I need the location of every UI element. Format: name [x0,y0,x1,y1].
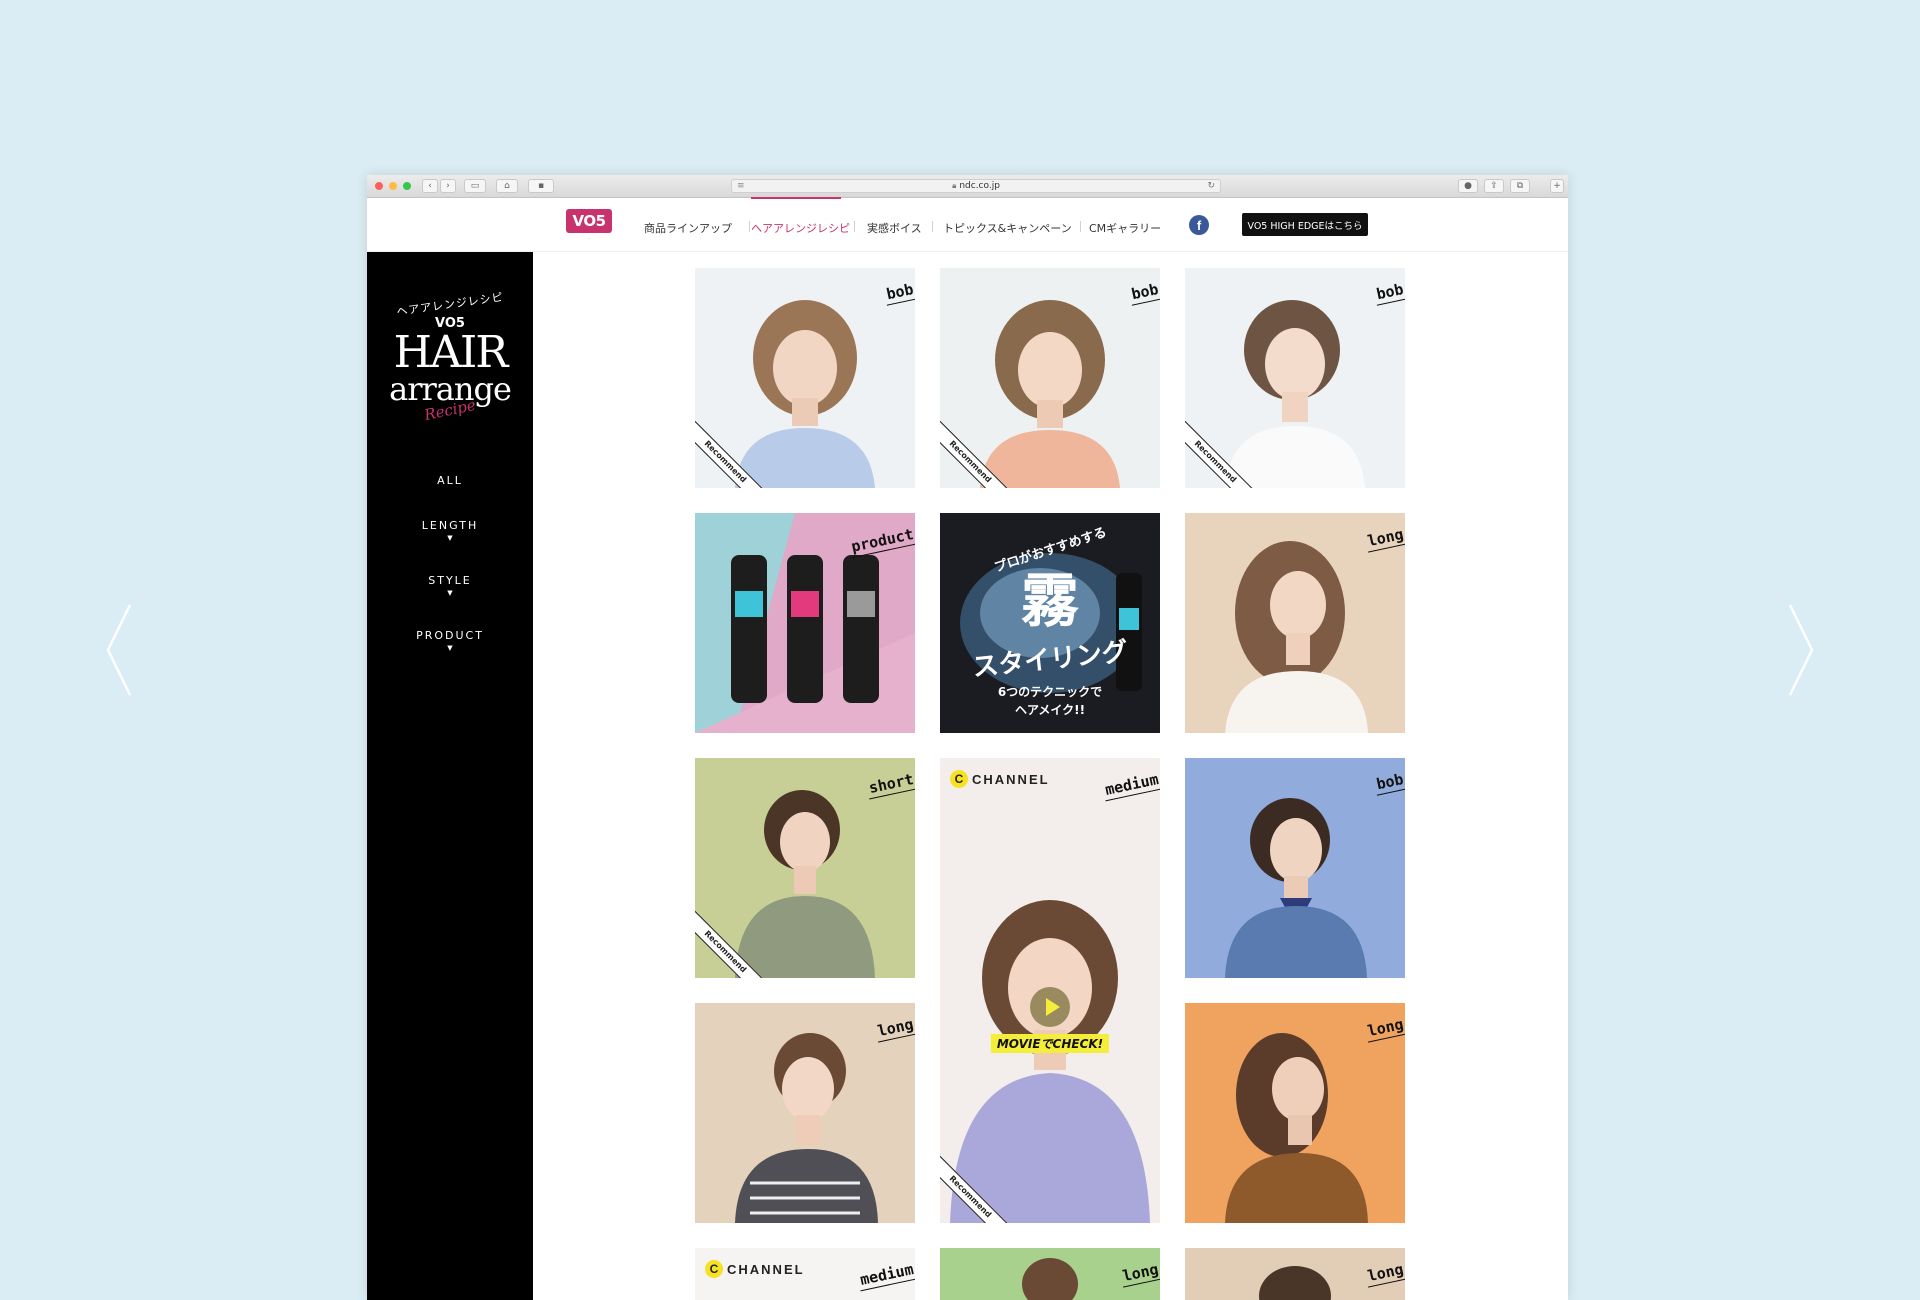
vo5-logo[interactable]: VO5 [566,209,612,233]
tabs-button[interactable]: ⧉ [1510,179,1530,193]
feature-big-text: 霧 [1020,567,1079,635]
grid-icon: ▪ [537,181,545,191]
feature-line4: ヘアメイク!! [1014,703,1086,717]
home-button[interactable]: ⌂ [496,179,518,193]
sidebar-item-product[interactable]: PRODUCT ▼ [367,629,533,652]
forward-button[interactable]: › [440,179,456,193]
feature-line3: 6つのテクニックで [997,685,1103,699]
length-tag: bob [885,278,915,303]
new-tab-button[interactable]: + [1550,179,1564,193]
length-tag: bob [1130,278,1160,303]
url-text: ndc.co.jp [959,181,1000,191]
reload-icon[interactable]: ↻ [1207,180,1215,192]
nav-item-hair-arrange-recipe[interactable]: ヘアアレンジレシピ [751,220,850,236]
model-photo [1225,798,1367,978]
caret-down-icon: ▼ [447,534,453,542]
high-edge-button[interactable]: VO5 HIGH EDGEはこちら [1242,213,1368,236]
sidebar-item-all[interactable]: ALL [367,474,533,487]
recipe-tile[interactable]: long [1185,1003,1405,1223]
length-tag: long [1121,1258,1160,1285]
zoom-window-button[interactable] [403,182,411,190]
recipe-tile[interactable]: long [1185,513,1405,733]
sidebar-toggle-button[interactable]: ▭ [464,179,486,193]
caret-down-icon: ▼ [447,644,453,652]
window-controls [375,182,411,190]
plus-icon: + [1553,181,1561,191]
facebook-icon[interactable]: f [1189,215,1209,235]
recipe-tile[interactable]: bob Recommend [695,268,915,488]
model-photo [980,300,1120,488]
recipe-tile[interactable]: long [940,1248,1160,1300]
caret-down-icon: ▼ [447,589,453,597]
recipe-tile[interactable]: bob Recommend [940,268,1160,488]
recipe-tile[interactable]: long [1185,1248,1405,1300]
recipe-tile[interactable]: bob [1185,758,1405,978]
nav-item-topics-campaign[interactable]: トピックス&キャンペーン [943,220,1072,236]
length-tag: long [1366,1258,1405,1285]
model-photo [1225,1033,1368,1223]
nav-item-product-lineup[interactable]: 商品ラインアップ [644,220,732,236]
nav-item-voices[interactable]: 実感ボイス [867,220,922,236]
nav-divider [749,221,750,232]
model-photo [1225,300,1365,488]
sidebar-item-style[interactable]: STYLE ▼ [367,574,533,597]
sidebar: ヘアアレンジレシピ VO5 HAIR arrange Recipe ALL LE… [367,252,533,1300]
length-tag: short [867,768,915,797]
chevron-left-icon: ‹ [428,181,432,191]
back-button[interactable]: ‹ [422,179,438,193]
nav-item-cm-gallery[interactable]: CMギャラリー [1089,220,1161,236]
movie-check-label: MOVIEでCHECK! [990,1034,1110,1053]
next-arrow-icon[interactable] [1780,600,1820,700]
nav-divider [932,221,933,232]
sidebar-icon: ▭ [470,181,480,191]
video-tile[interactable]: C CHANNEL medium MOVIEでCHECK! Recommend [940,758,1160,1223]
logo-underline: ― [587,236,591,240]
browser-toolbar: ‹ › ▭ ⌂ ▪ ≡ 🔒︎ ndc.co.jp ↻ ● ⇪ ⧉ + [367,175,1568,198]
previous-arrow-icon[interactable] [100,600,140,700]
model-photo [1259,1266,1331,1300]
recipe-tile[interactable]: short Recommend [695,758,915,978]
home-icon: ⌂ [504,181,510,191]
c-channel-logo: C CHANNEL [705,1260,805,1278]
model-photo [735,1033,878,1223]
product-tile[interactable]: product [695,513,915,733]
chevron-right-icon: › [446,181,450,191]
model-photo [735,300,875,488]
tabs-icon: ⧉ [1516,181,1524,191]
close-window-button[interactable] [375,182,383,190]
model-photo [1022,1258,1078,1300]
share-icon: ⇪ [1490,181,1498,191]
nav-divider [1080,221,1081,232]
address-bar[interactable]: ≡ 🔒︎ ndc.co.jp ↻ [731,179,1221,193]
video-tile[interactable]: C CHANNEL medium [695,1248,915,1300]
brand-hair: HAIR [393,327,509,378]
model-photo [1225,541,1368,733]
length-tag: long [1366,1013,1405,1040]
play-icon[interactable] [1030,987,1070,1027]
downloads-button[interactable]: ● [1458,179,1478,193]
sidebar-item-length[interactable]: LENGTH ▼ [367,519,533,542]
length-tag: long [1366,523,1405,550]
share-button[interactable]: ⇪ [1484,179,1504,193]
lock-icon: 🔒︎ [952,181,957,190]
site-header: VO5 ― 商品ラインアップ ヘアアレンジレシピ 実感ボイス トピックス&キャン… [367,199,1568,252]
recipe-tile[interactable]: bob Recommend [1185,268,1405,488]
browser-window: ‹ › ▭ ⌂ ▪ ≡ 🔒︎ ndc.co.jp ↻ ● ⇪ ⧉ + VO5 ― … [367,175,1568,1300]
nav-divider [854,221,855,232]
minimize-window-button[interactable] [389,182,397,190]
recipe-tile[interactable]: long [695,1003,915,1223]
length-tag: long [876,1013,915,1040]
length-tag: medium [1103,768,1160,799]
length-tag: medium [858,1258,915,1289]
download-icon: ● [1464,181,1472,191]
length-tag: bob [1375,278,1405,303]
feature-tile[interactable]: プロがおすすめする 霧 スタイリング 6つのテクニックで ヘアメイク!! [940,513,1160,733]
length-tag: bob [1375,768,1405,793]
top-sites-button[interactable]: ▪ [528,179,554,193]
model-photo [735,790,875,978]
c-channel-logo: C CHANNEL [950,770,1050,788]
hair-arrange-recipe-logo[interactable]: ヘアアレンジレシピ VO5 HAIR arrange Recipe [367,290,533,425]
